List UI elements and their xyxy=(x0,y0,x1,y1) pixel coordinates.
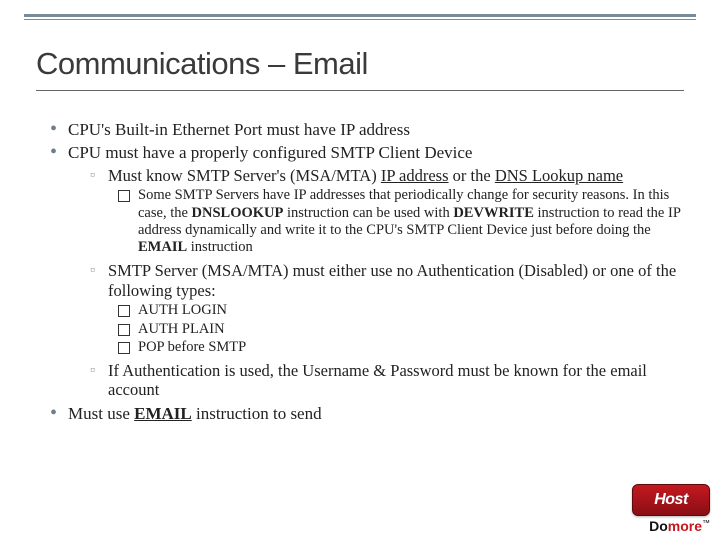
note-1: Some SMTP Servers have IP addresses that… xyxy=(118,187,684,257)
bullet-2: CPU must have a properly configured SMTP… xyxy=(54,142,684,400)
domore-logo: Domore™ xyxy=(632,518,710,534)
sub-bullet-1: Must know SMTP Server's (MSA/MTA) IP add… xyxy=(90,166,684,257)
bullet-1: CPU's Built-in Ethernet Port must have I… xyxy=(54,119,684,140)
pop-before-smtp: POP before SMTP xyxy=(118,339,684,356)
auth-plain: AUTH PLAIN xyxy=(118,321,684,338)
footer-logo-block: Host Domore™ xyxy=(632,484,710,534)
host-engineering-logo: Host xyxy=(632,484,710,516)
bullet-3: Must use EMAIL instruction to send xyxy=(54,403,684,424)
slide-body: Communications – Email CPU's Built-in Et… xyxy=(36,46,684,426)
slide-title: Communications – Email xyxy=(36,46,684,91)
slide-top-rule xyxy=(24,14,696,22)
sub-bullet-2: SMTP Server (MSA/MTA) must either use no… xyxy=(90,261,684,357)
bullet-2-text: CPU must have a properly configured SMTP… xyxy=(68,143,472,162)
sub-bullet-3: If Authentication is used, the Username … xyxy=(90,361,684,401)
auth-login: AUTH LOGIN xyxy=(118,302,684,319)
